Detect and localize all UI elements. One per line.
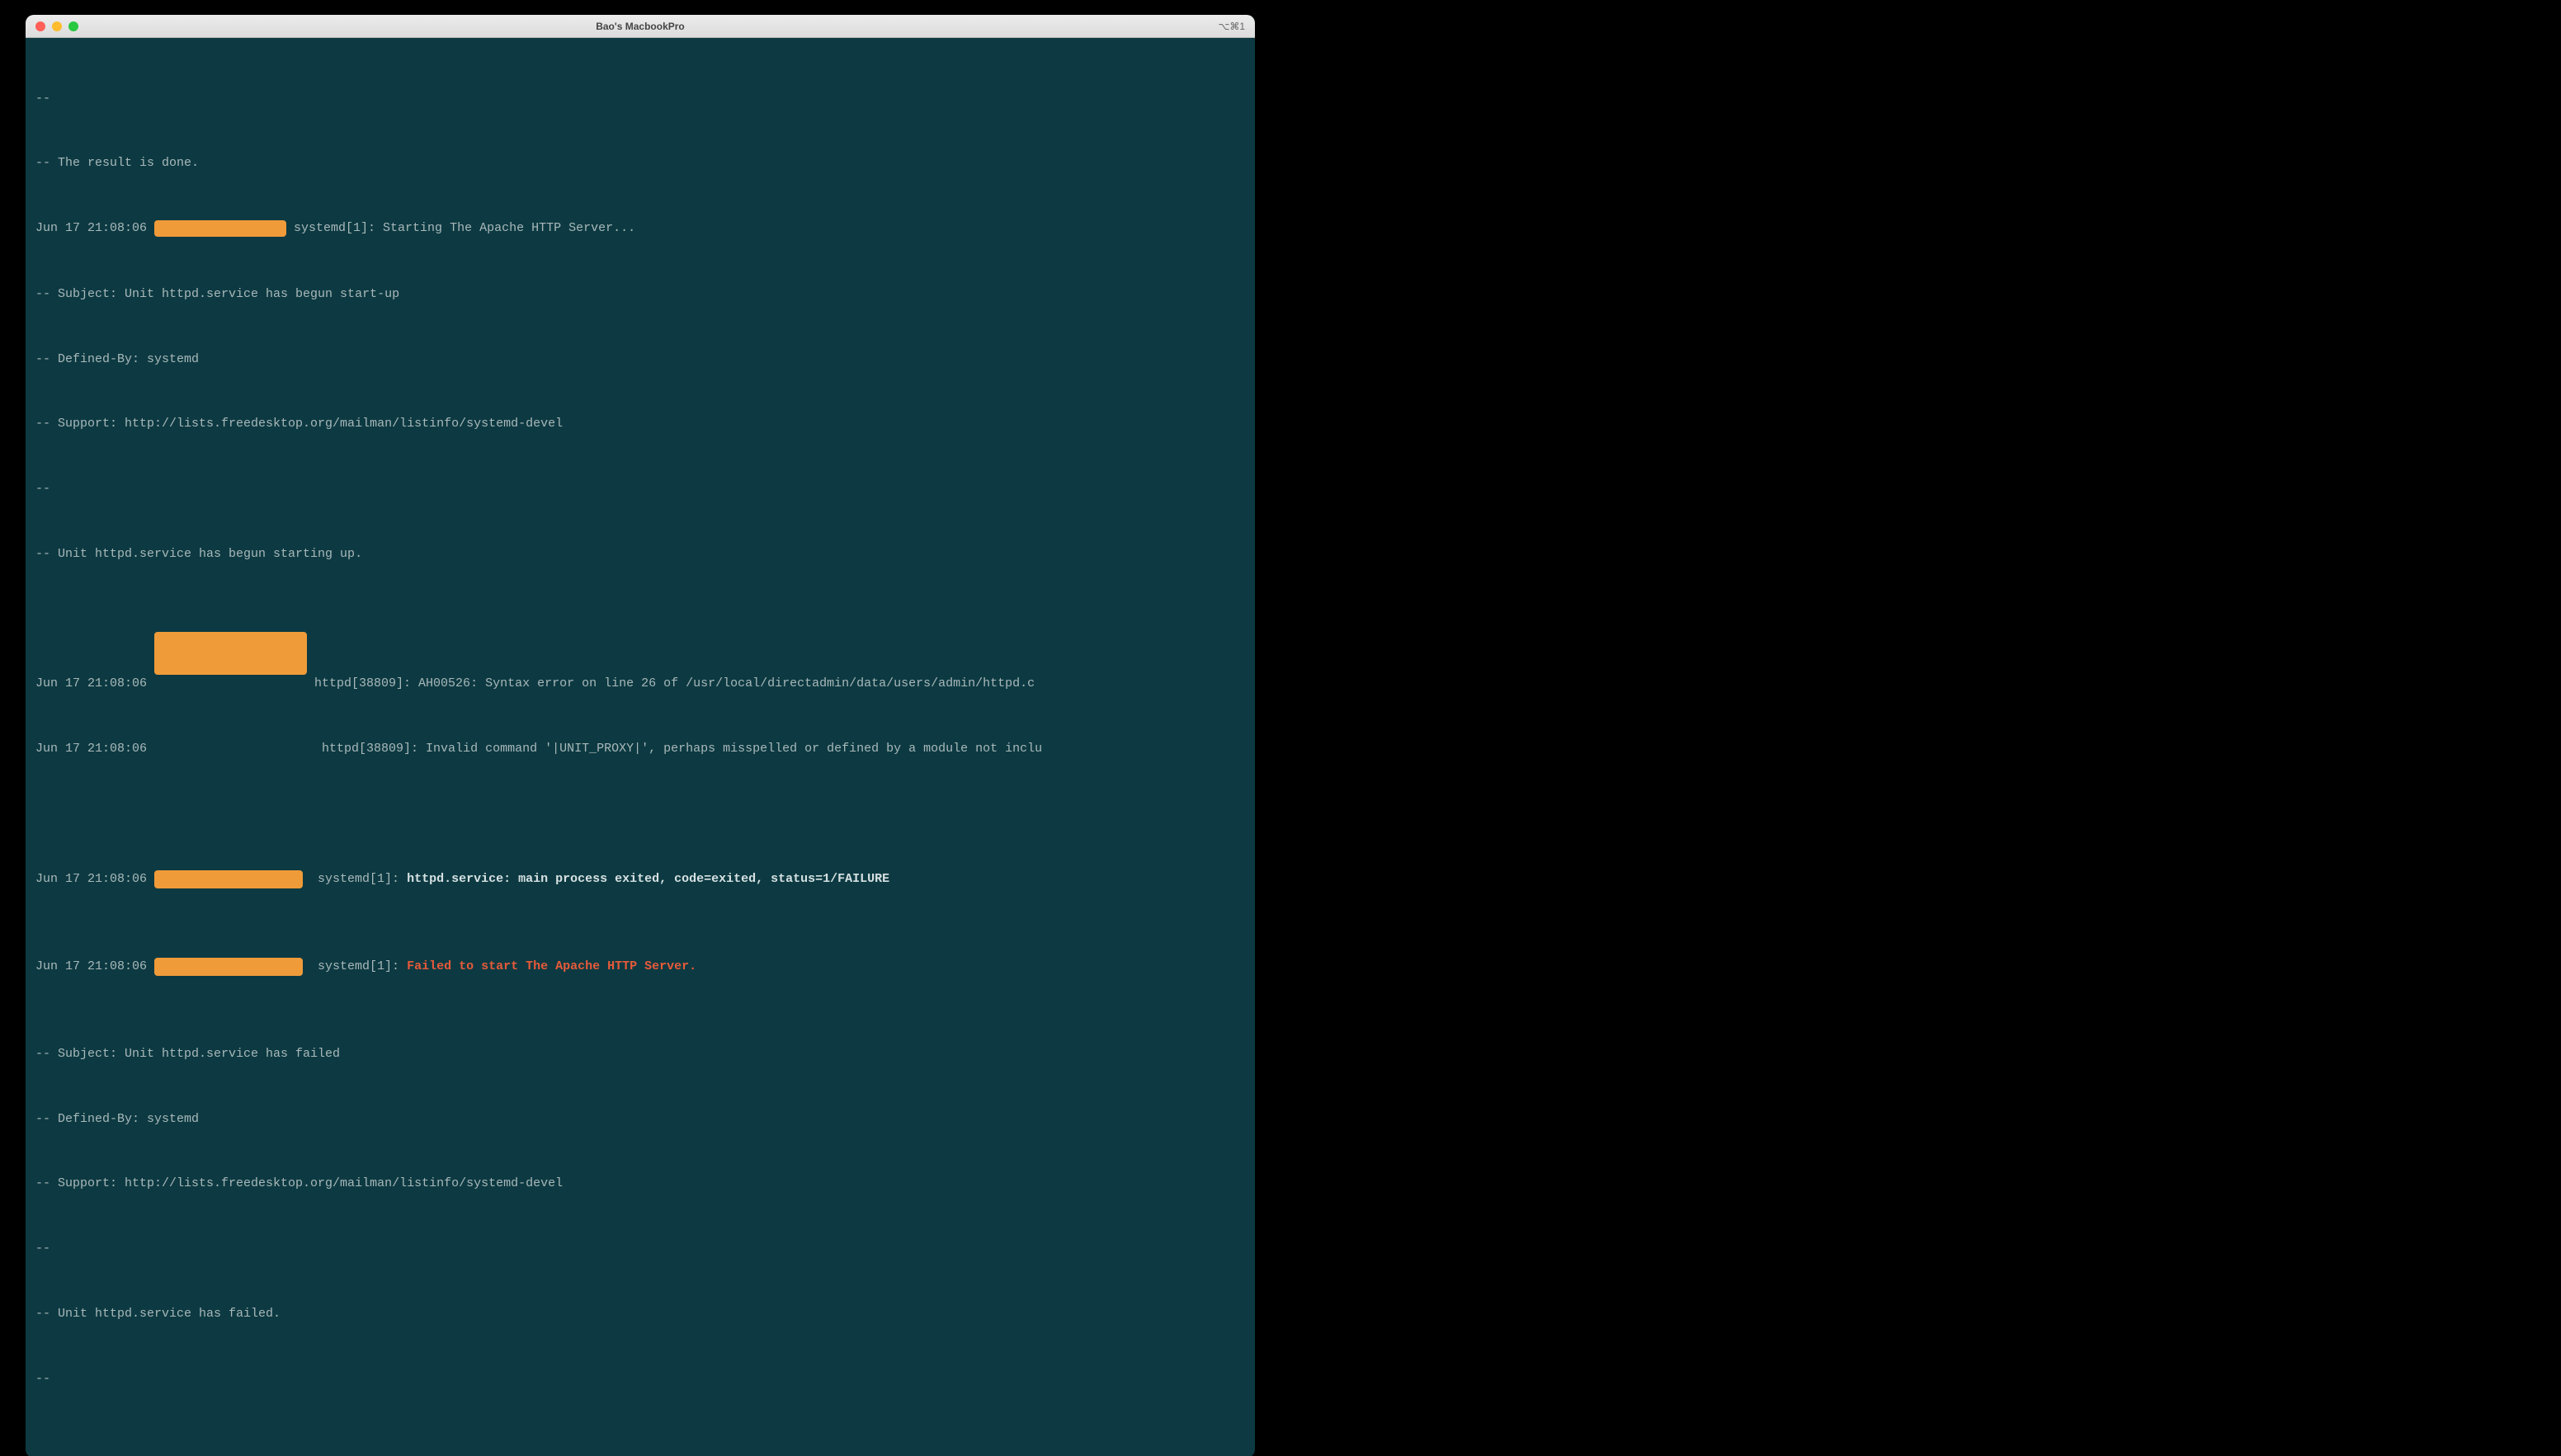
log-line: -- Support: http://lists.freedesktop.org… bbox=[35, 1173, 1245, 1194]
log-line: -- Defined-By: systemd bbox=[35, 349, 1245, 370]
log-line: -- Subject: Unit httpd.service has begun… bbox=[35, 284, 1245, 305]
log-text: systemd[1]: bbox=[303, 959, 407, 973]
log-bold-text: httpd.service: main process exited, code… bbox=[407, 872, 889, 886]
redacted-hostname bbox=[154, 958, 303, 976]
log-line: Jun 17 21:08:06 systemd[1]: httpd.servic… bbox=[35, 869, 1245, 891]
log-block: Jun 17 21:08:06 Jun 17 21:08:06 httpd[38… bbox=[35, 630, 1245, 803]
log-line: -- bbox=[35, 1238, 1245, 1260]
log-line: -- The result is done. bbox=[35, 153, 1245, 174]
log-timestamp: Jun 17 21:08:06 bbox=[35, 738, 154, 760]
log-line: -- Defined-By: systemd bbox=[35, 1109, 1245, 1130]
log-line: -- bbox=[35, 1369, 1245, 1390]
log-line: -- bbox=[35, 88, 1245, 110]
log-timestamp: Jun 17 21:08:06 bbox=[35, 959, 154, 973]
log-line: Jun 17 21:08:06 systemd[1]: Failed to st… bbox=[35, 956, 1245, 978]
log-line: -- bbox=[35, 478, 1245, 500]
terminal-window: Bao's MacbookPro ⌥⌘1 -- -- The result is… bbox=[26, 15, 1255, 1456]
window-title: Bao's MacbookPro bbox=[26, 21, 1255, 32]
window-shortcut-label: ⌥⌘1 bbox=[1218, 21, 1245, 32]
message-column: httpd[38809]: AH00526: Syntax error on l… bbox=[307, 630, 1042, 803]
redacted-hostname bbox=[154, 870, 303, 888]
redacted-hostname bbox=[154, 220, 286, 237]
log-text: systemd[1]: Starting The Apache HTTP Ser… bbox=[286, 221, 635, 235]
log-line: Jun 17 21:08:06 systemd[1]: Starting The… bbox=[35, 218, 1245, 240]
log-timestamp: Jun 17 21:08:06 bbox=[35, 673, 154, 695]
log-line: -- Unit httpd.service has begun starting… bbox=[35, 544, 1245, 565]
timestamp-column: Jun 17 21:08:06 Jun 17 21:08:06 bbox=[35, 630, 154, 803]
redacted-hostname bbox=[154, 632, 307, 675]
log-line: -- Subject: Unit httpd.service has faile… bbox=[35, 1044, 1245, 1065]
log-text: Jun 17 21:08:06 bbox=[35, 221, 154, 235]
log-failure-text: Failed to start The Apache HTTP Server. bbox=[407, 959, 696, 973]
log-text: systemd[1]: bbox=[303, 872, 407, 886]
log-line: -- Unit httpd.service has failed. bbox=[35, 1303, 1245, 1325]
terminal-output[interactable]: -- -- The result is done. Jun 17 21:08:0… bbox=[26, 38, 1255, 1456]
title-bar[interactable]: Bao's MacbookPro ⌥⌘1 bbox=[26, 15, 1255, 38]
log-text: httpd[38809]: Invalid command '|UNIT_PRO… bbox=[307, 738, 1042, 760]
log-timestamp: Jun 17 21:08:06 bbox=[35, 872, 154, 886]
log-text: httpd[38809]: AH00526: Syntax error on l… bbox=[307, 673, 1042, 695]
log-line: -- Support: http://lists.freedesktop.org… bbox=[35, 413, 1245, 435]
